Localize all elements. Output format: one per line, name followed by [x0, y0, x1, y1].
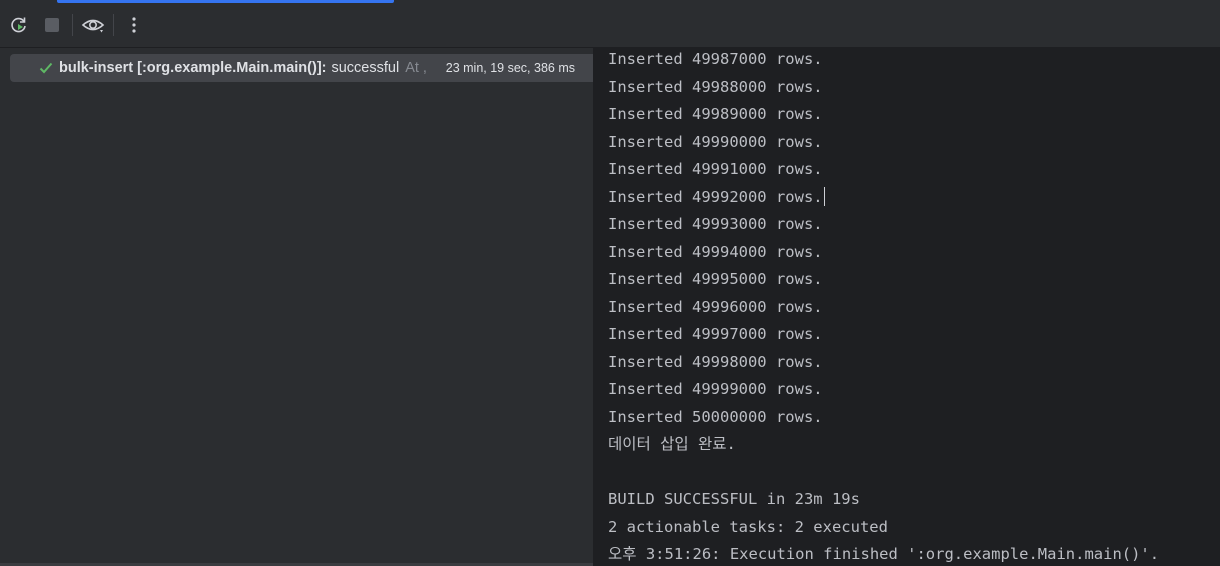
console-line: Inserted 49994000 rows. — [608, 242, 823, 261]
console-line: Inserted 49990000 rows. — [608, 132, 823, 151]
console-line: 2 actionable tasks: 2 executed — [608, 517, 888, 536]
build-tree-panel: bulk-insert [:org.example.Main.main()]: … — [0, 48, 593, 566]
more-vertical-icon — [132, 17, 136, 33]
console-line: 데이터 삽입 완료. — [608, 435, 736, 453]
console-line: Inserted 49988000 rows. — [608, 77, 823, 96]
stop-icon — [45, 18, 59, 32]
console-line: Inserted 49989000 rows. — [608, 105, 823, 123]
run-toolbar — [0, 0, 1220, 48]
console-output[interactable]: Inserted 49987000 rows. Inserted 49988000… — [594, 48, 1220, 566]
console-line: Inserted 49997000 rows. — [608, 325, 823, 343]
rerun-icon — [11, 17, 26, 33]
task-status: successful — [331, 60, 400, 76]
console-line: Inserted 49987000 rows. — [608, 50, 823, 68]
console-text: Inserted 49987000 rows. Inserted 49988000… — [608, 48, 1159, 566]
eye-icon — [81, 19, 105, 33]
console-line: BUILD SUCCESSFUL in 23m 19s — [608, 490, 860, 508]
toolbar-separator — [72, 14, 73, 36]
task-timestamp: At , — [405, 60, 427, 76]
active-tab-indicator — [57, 0, 394, 3]
console-line: Inserted 49993000 rows. — [608, 215, 823, 233]
rerun-button[interactable] — [7, 13, 31, 37]
console-line: Inserted 49995000 rows. — [608, 270, 823, 288]
more-options-button[interactable] — [122, 13, 146, 37]
text-caret — [823, 186, 826, 206]
console-line: Inserted 49992000 rows. — [608, 184, 1159, 212]
console-line: Inserted 49998000 rows. — [608, 352, 823, 371]
console-line: Inserted 49996000 rows. — [608, 297, 823, 316]
console-line: Inserted 49999000 rows. — [608, 380, 823, 398]
toolbar-separator — [113, 14, 114, 36]
task-name: bulk-insert [:org.example.Main.main()]: — [59, 60, 327, 76]
console-line: Inserted 50000000 rows. — [608, 407, 823, 426]
build-tree-item[interactable]: bulk-insert [:org.example.Main.main()]: … — [10, 54, 593, 82]
console-line: Inserted 49991000 rows. — [608, 160, 823, 178]
view-options-button[interactable] — [80, 13, 106, 37]
task-duration: 23 min, 19 sec, 386 ms — [439, 54, 593, 82]
stop-button[interactable] — [40, 13, 64, 37]
checkmark-icon — [38, 60, 54, 76]
console-line: 오후 3:51:26: Execution finished ':org.exa… — [608, 545, 1160, 563]
